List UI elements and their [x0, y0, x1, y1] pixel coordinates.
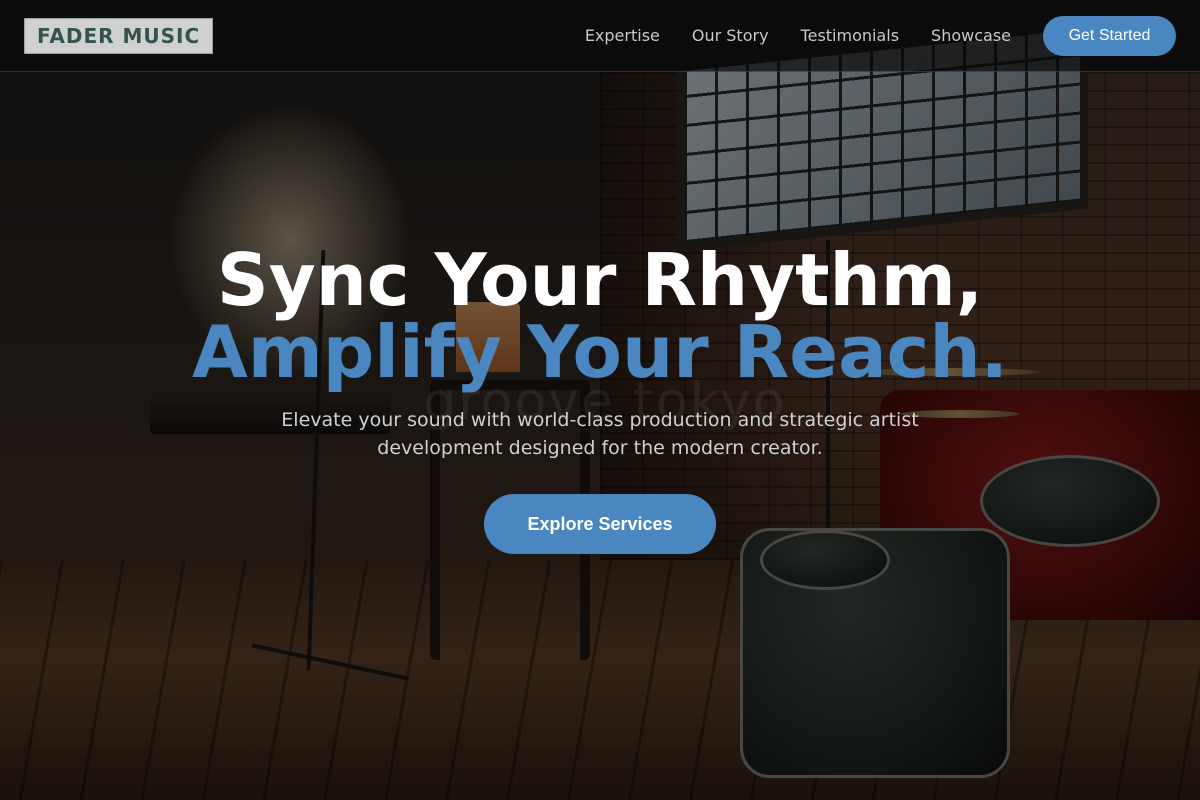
explore-services-button[interactable]: Explore Services	[484, 494, 716, 554]
main-nav: Expertise Our Story Testimonials Showcas…	[585, 15, 1176, 56]
hero-subtitle: Elevate your sound with world-class prod…	[281, 409, 919, 459]
nav-link-showcase[interactable]: Showcase	[931, 26, 1011, 45]
headline-line-1: Sync Your Rhythm,	[216, 238, 984, 322]
headline-line-2: Amplify Your Reach.	[192, 310, 1008, 394]
landing-page: groove tokyo FADER MUSIC Expertise Our S…	[0, 0, 1200, 800]
logo[interactable]: FADER MUSIC	[24, 17, 214, 54]
get-started-button[interactable]: Get Started	[1043, 15, 1176, 56]
hero-headline: Sync Your Rhythm, Amplify Your Reach.	[0, 244, 1200, 388]
nav-link-our-story[interactable]: Our Story	[692, 26, 769, 45]
nav-link-expertise[interactable]: Expertise	[585, 26, 660, 45]
site-header: FADER MUSIC Expertise Our Story Testimon…	[0, 0, 1200, 72]
nav-link-testimonials[interactable]: Testimonials	[801, 26, 900, 45]
hero-section: Sync Your Rhythm, Amplify Your Reach. El…	[0, 72, 1200, 800]
